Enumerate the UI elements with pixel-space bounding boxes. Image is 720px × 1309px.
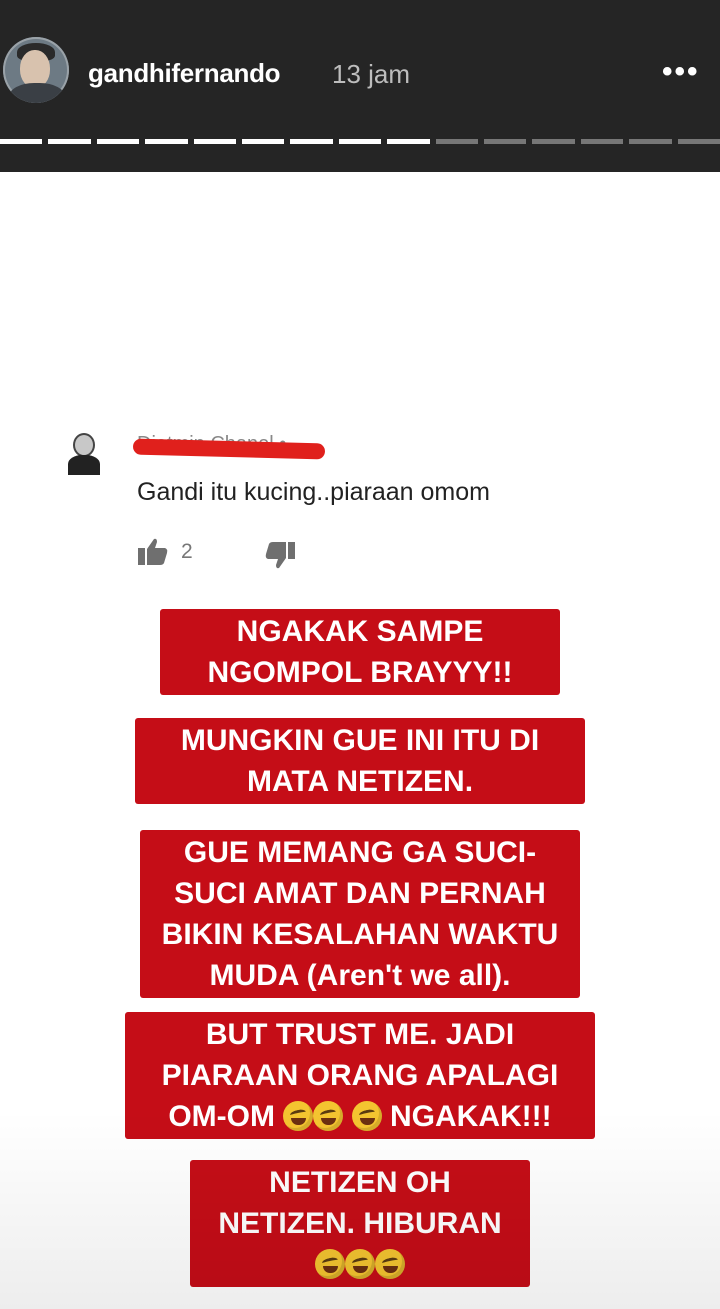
commenter-avatar [64, 433, 104, 477]
more-options-icon[interactable]: ••• [662, 56, 700, 88]
caption-5-box: NETIZEN OH NETIZEN. HIBURAN [190, 1160, 530, 1287]
rofl-emoji-icon [315, 1249, 345, 1279]
progress-segment [387, 139, 430, 144]
progress-segment [96, 139, 140, 144]
progress-segment [629, 139, 672, 144]
progress-segment [580, 139, 624, 144]
rofl-emoji-icon [313, 1101, 344, 1131]
progress-segment [48, 139, 91, 144]
comment-text: Gandi itu kucing..piaraan omom [137, 478, 490, 506]
progress-segment [677, 139, 720, 144]
thumbs-up-icon [138, 538, 168, 565]
caption-1: NGAKAK SAMPE NGOMPOL BRAYYY!! [0, 609, 720, 695]
progress-segment [145, 139, 188, 144]
caption-5: NETIZEN OH NETIZEN. HIBURAN [0, 1160, 720, 1287]
story-progress-bar [0, 139, 720, 144]
progress-segment [193, 139, 237, 144]
progress-segment [532, 139, 575, 144]
rofl-emoji-icon [345, 1249, 375, 1279]
progress-segment [290, 139, 333, 144]
caption-4-box: BUT TRUST ME. JADI PIARAAN ORANG APALAGI… [125, 1012, 595, 1139]
caption-2: MUNGKIN GUE INI ITU DI MATA NETIZEN. [0, 718, 720, 804]
post-time: 13 jam [332, 59, 411, 89]
caption-4: BUT TRUST ME. JADI PIARAAN ORANG APALAGI… [0, 1012, 720, 1139]
story-header: gandhifernando 13 jam ••• [0, 0, 720, 172]
caption-2-text: MUNGKIN GUE INI ITU DI MATA NETIZEN. [135, 718, 585, 804]
progress-segment [0, 139, 43, 144]
rofl-emoji-icon [283, 1101, 314, 1131]
progress-segment [484, 139, 527, 144]
caption-3-text: GUE MEMANG GA SUCI-SUCI AMAT DAN PERNAH … [140, 830, 580, 998]
thumbs-down-icon [265, 542, 295, 569]
progress-segment [242, 139, 285, 144]
caption-3: GUE MEMANG GA SUCI-SUCI AMAT DAN PERNAH … [0, 830, 720, 998]
progress-segment [435, 139, 479, 144]
rofl-emoji-icon [351, 1101, 382, 1131]
username[interactable]: gandhifernando [88, 57, 281, 89]
caption-4-trail: NGAKAK!!! [390, 1100, 552, 1133]
rofl-emoji-icon [375, 1249, 405, 1279]
caption-1-text: NGAKAK SAMPE NGOMPOL BRAYYY!! [160, 609, 560, 695]
caption-5-text: NETIZEN OH NETIZEN. HIBURAN [218, 1166, 502, 1240]
user-avatar[interactable] [3, 37, 69, 103]
progress-segment [338, 139, 382, 144]
likes-count: 2 [181, 540, 193, 563]
